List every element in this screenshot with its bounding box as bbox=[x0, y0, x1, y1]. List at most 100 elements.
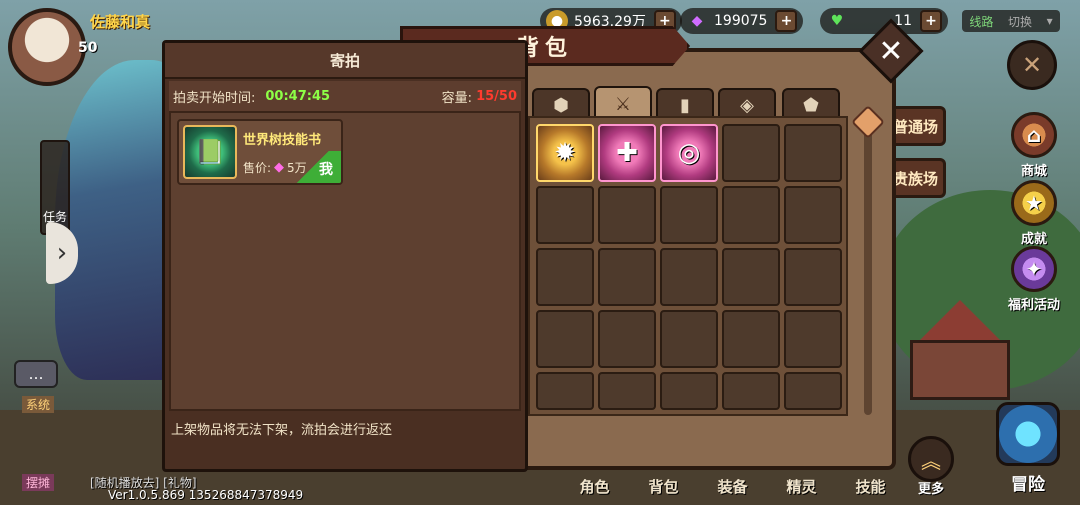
bag-slot[interactable] bbox=[660, 248, 718, 306]
bag-slot[interactable] bbox=[784, 124, 842, 182]
bag-slot[interactable] bbox=[536, 372, 594, 410]
capacity-label: 容量: bbox=[441, 90, 473, 106]
chat-tag-system: 系统 bbox=[22, 396, 55, 413]
guild-arena-label: 贵族场 bbox=[892, 169, 938, 188]
auction-listing-area: 📗 世界树技能书 售价: ◆ 5万 我 bbox=[169, 111, 521, 411]
close-icon: ✕ bbox=[878, 33, 904, 69]
more-label: 更多 bbox=[917, 482, 944, 497]
nav-character[interactable]: 角色 bbox=[560, 476, 629, 497]
chevron-right-icon: › bbox=[56, 238, 68, 268]
bag-slot[interactable] bbox=[598, 372, 656, 410]
capacity-value: 15/50 bbox=[476, 88, 517, 104]
auction-title: 寄拍 bbox=[165, 43, 525, 79]
more-button[interactable]: ︽ bbox=[908, 436, 954, 482]
bag-slot[interactable]: ✚ bbox=[598, 124, 656, 182]
bag-slot[interactable] bbox=[722, 124, 780, 182]
line-label: 线路 bbox=[969, 14, 994, 29]
bag-slot[interactable] bbox=[598, 186, 656, 244]
fire-sprite-icon: ✹ bbox=[554, 138, 576, 168]
chevron-up-icon: ︽ bbox=[921, 448, 941, 473]
trophy-icon: ★ bbox=[1011, 180, 1057, 226]
helmet-icon: ◎ bbox=[677, 138, 701, 168]
heart-icon: ♥ bbox=[830, 13, 844, 29]
skill-book-icon: 📗 bbox=[183, 125, 237, 179]
chevron-down-icon: ▾ bbox=[1046, 14, 1053, 28]
gem-icon: ◆ bbox=[274, 160, 285, 175]
shop-button[interactable]: ⌂ 商城 bbox=[1002, 112, 1066, 179]
version-text: Ver1.0.5.869 135268847378949 bbox=[108, 488, 304, 502]
gift-icon: ✦ bbox=[1011, 246, 1057, 292]
player-level: 50 bbox=[78, 40, 98, 56]
add-gem-button[interactable]: + bbox=[775, 10, 798, 32]
bag-slot[interactable] bbox=[598, 310, 656, 368]
bag-slot[interactable] bbox=[784, 248, 842, 306]
price-label: 售价: bbox=[243, 161, 272, 175]
listing-item-name: 世界树技能书 bbox=[243, 133, 322, 148]
book-icon: ▮ bbox=[680, 94, 690, 116]
bag-slot[interactable] bbox=[660, 372, 718, 410]
nav-equipment[interactable]: 装备 bbox=[698, 476, 767, 497]
bag-slot[interactable] bbox=[722, 372, 780, 410]
tab-equipment[interactable]: ⚔ bbox=[594, 86, 652, 120]
nav-skill[interactable]: 技能 bbox=[836, 476, 905, 497]
achievement-button[interactable]: ★ 成就 bbox=[1002, 180, 1066, 247]
bag-slot[interactable] bbox=[598, 248, 656, 306]
shop-label: 商城 bbox=[1020, 164, 1047, 179]
sword-icon: ⚔ bbox=[614, 93, 632, 115]
bag-slot[interactable] bbox=[722, 310, 780, 368]
gem-value: 199075 bbox=[714, 13, 768, 29]
chat-tag-stall: 摆摊 bbox=[22, 474, 55, 491]
roof-decoration bbox=[920, 300, 1000, 340]
switch-line-button[interactable]: 线路 切换 ▾ bbox=[962, 10, 1060, 32]
bag-slot[interactable] bbox=[660, 186, 718, 244]
stone-icon: ⬢ bbox=[553, 94, 569, 116]
compass-button[interactable]: ✕ bbox=[1007, 40, 1057, 90]
house-decoration bbox=[910, 340, 1010, 400]
normal-arena-label: 普通场 bbox=[892, 117, 938, 136]
player-avatar[interactable] bbox=[8, 8, 86, 86]
auction-start-label: 拍卖开始时间: bbox=[173, 90, 256, 106]
auction-panel: 寄拍 拍卖开始时间: 00:47:45 容量: 15/50 📗 世界树技能书 售… bbox=[162, 40, 528, 472]
achievement-label: 成就 bbox=[1020, 232, 1047, 247]
auction-info-bar: 拍卖开始时间: 00:47:45 容量: 15/50 bbox=[169, 81, 521, 111]
welfare-label: 福利活动 bbox=[1007, 298, 1060, 313]
guild-arena-button[interactable]: 贵族场 bbox=[888, 158, 946, 198]
compass-icon: ✕ bbox=[1021, 51, 1043, 79]
listing-item[interactable]: 📗 世界树技能书 售价: ◆ 5万 我 bbox=[177, 119, 343, 185]
bag-slot[interactable] bbox=[784, 310, 842, 368]
auction-note: 上架物品将无法下架，流拍会进行返还 bbox=[171, 423, 393, 438]
nav-bag[interactable]: 背包 bbox=[629, 476, 698, 497]
owner-tag: 我 bbox=[319, 162, 333, 178]
auction-timer: 00:47:45 bbox=[265, 88, 331, 104]
bag-slot[interactable] bbox=[784, 372, 842, 410]
nav-spirit[interactable]: 精灵 bbox=[767, 476, 836, 497]
owner-badge: 我 bbox=[285, 151, 341, 183]
bag-slot[interactable] bbox=[660, 310, 718, 368]
gem-icon: ◆ bbox=[691, 13, 703, 29]
bag-slot[interactable] bbox=[536, 248, 594, 306]
adventure-label: 冒险 bbox=[1011, 475, 1045, 495]
bag-slot[interactable]: ◎ bbox=[660, 124, 718, 182]
task-button[interactable]: 任务 bbox=[40, 140, 70, 235]
player-name: 佐藤和真 bbox=[90, 13, 151, 31]
switch-label: 切换 bbox=[1007, 14, 1032, 29]
normal-arena-button[interactable]: 普通场 bbox=[888, 106, 946, 146]
portal-icon bbox=[996, 402, 1060, 466]
welfare-button[interactable]: ✦ 福利活动 bbox=[1002, 246, 1066, 313]
shop-icon: ⌂ bbox=[1011, 112, 1057, 158]
gem-counter: ◆ 199075 + bbox=[680, 8, 804, 34]
bag-slot[interactable] bbox=[722, 248, 780, 306]
add-stamina-button[interactable]: + bbox=[920, 10, 942, 32]
adventure-button[interactable]: 冒险 bbox=[988, 402, 1068, 502]
crossbow-icon: ✚ bbox=[616, 138, 638, 168]
bag-slot[interactable] bbox=[536, 310, 594, 368]
bag-slot[interactable] bbox=[536, 186, 594, 244]
shard-icon: ◈ bbox=[740, 94, 754, 116]
bag-slot[interactable] bbox=[784, 186, 842, 244]
bag-slot[interactable] bbox=[722, 186, 780, 244]
scroll-track[interactable] bbox=[864, 130, 872, 415]
bag-slot[interactable]: ✹ bbox=[536, 124, 594, 182]
chat-bubble-icon: … bbox=[28, 365, 44, 383]
chat-button[interactable]: … bbox=[14, 360, 58, 388]
bottom-nav: 角色 背包 装备 精灵 技能 bbox=[560, 476, 905, 497]
